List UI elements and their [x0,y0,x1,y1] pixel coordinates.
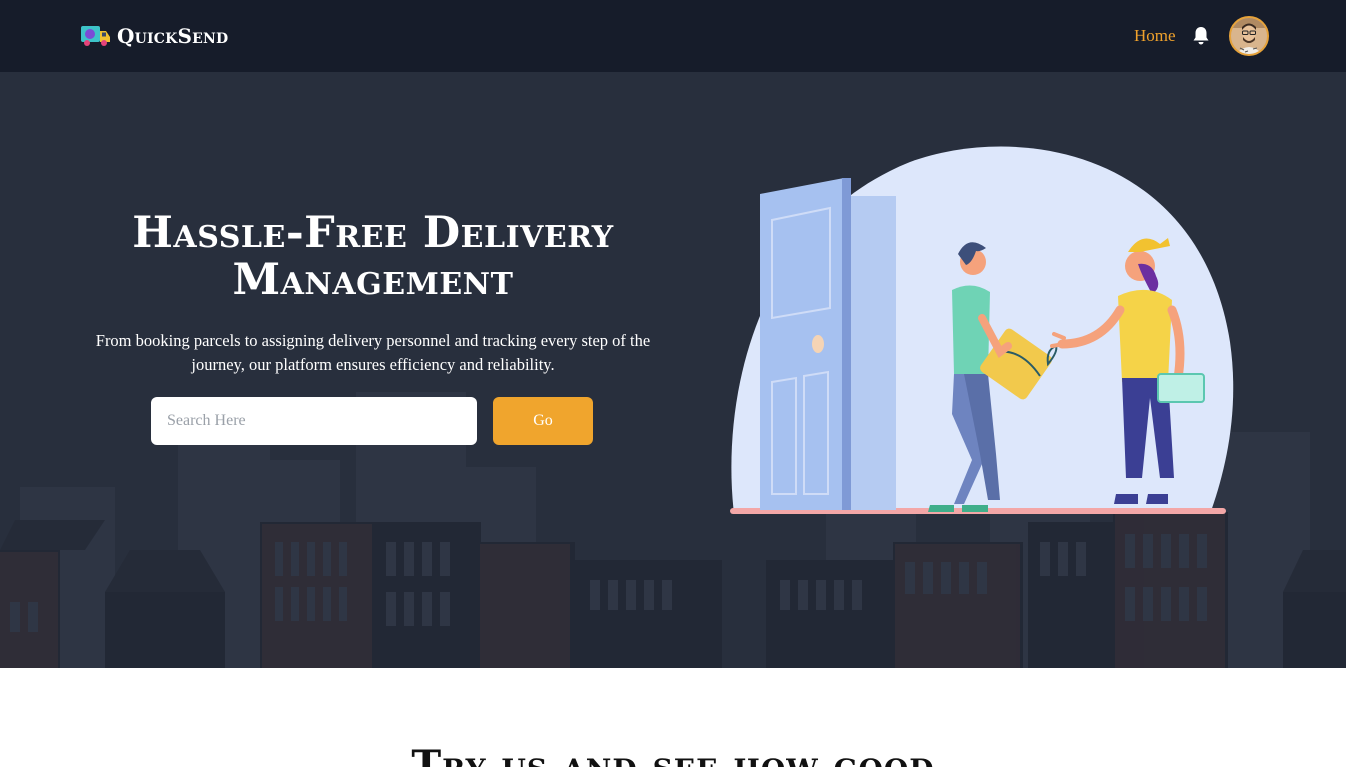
search-input[interactable] [151,397,477,445]
go-button[interactable]: Go [493,397,593,445]
navbar: QuickSend Home [0,0,1346,72]
user-avatar[interactable] [1229,16,1269,56]
delivery-truck-icon [81,26,110,46]
avatar-image [1231,18,1267,54]
brand-name: QuickSend [117,23,229,48]
hero-section: Hassle-Free Delivery Management From boo… [0,72,1346,668]
parcel-delivery-illustration [730,146,1234,514]
section-title: Try us and see how good [411,742,935,767]
brand[interactable]: QuickSend [80,22,228,49]
hero-subtitle: From booking parcels to assigning delive… [95,331,651,374]
hero-title: Hassle-Free Delivery Management [132,208,614,305]
bell-icon[interactable] [1192,26,1210,46]
nav-home-link[interactable]: Home [1134,26,1176,46]
